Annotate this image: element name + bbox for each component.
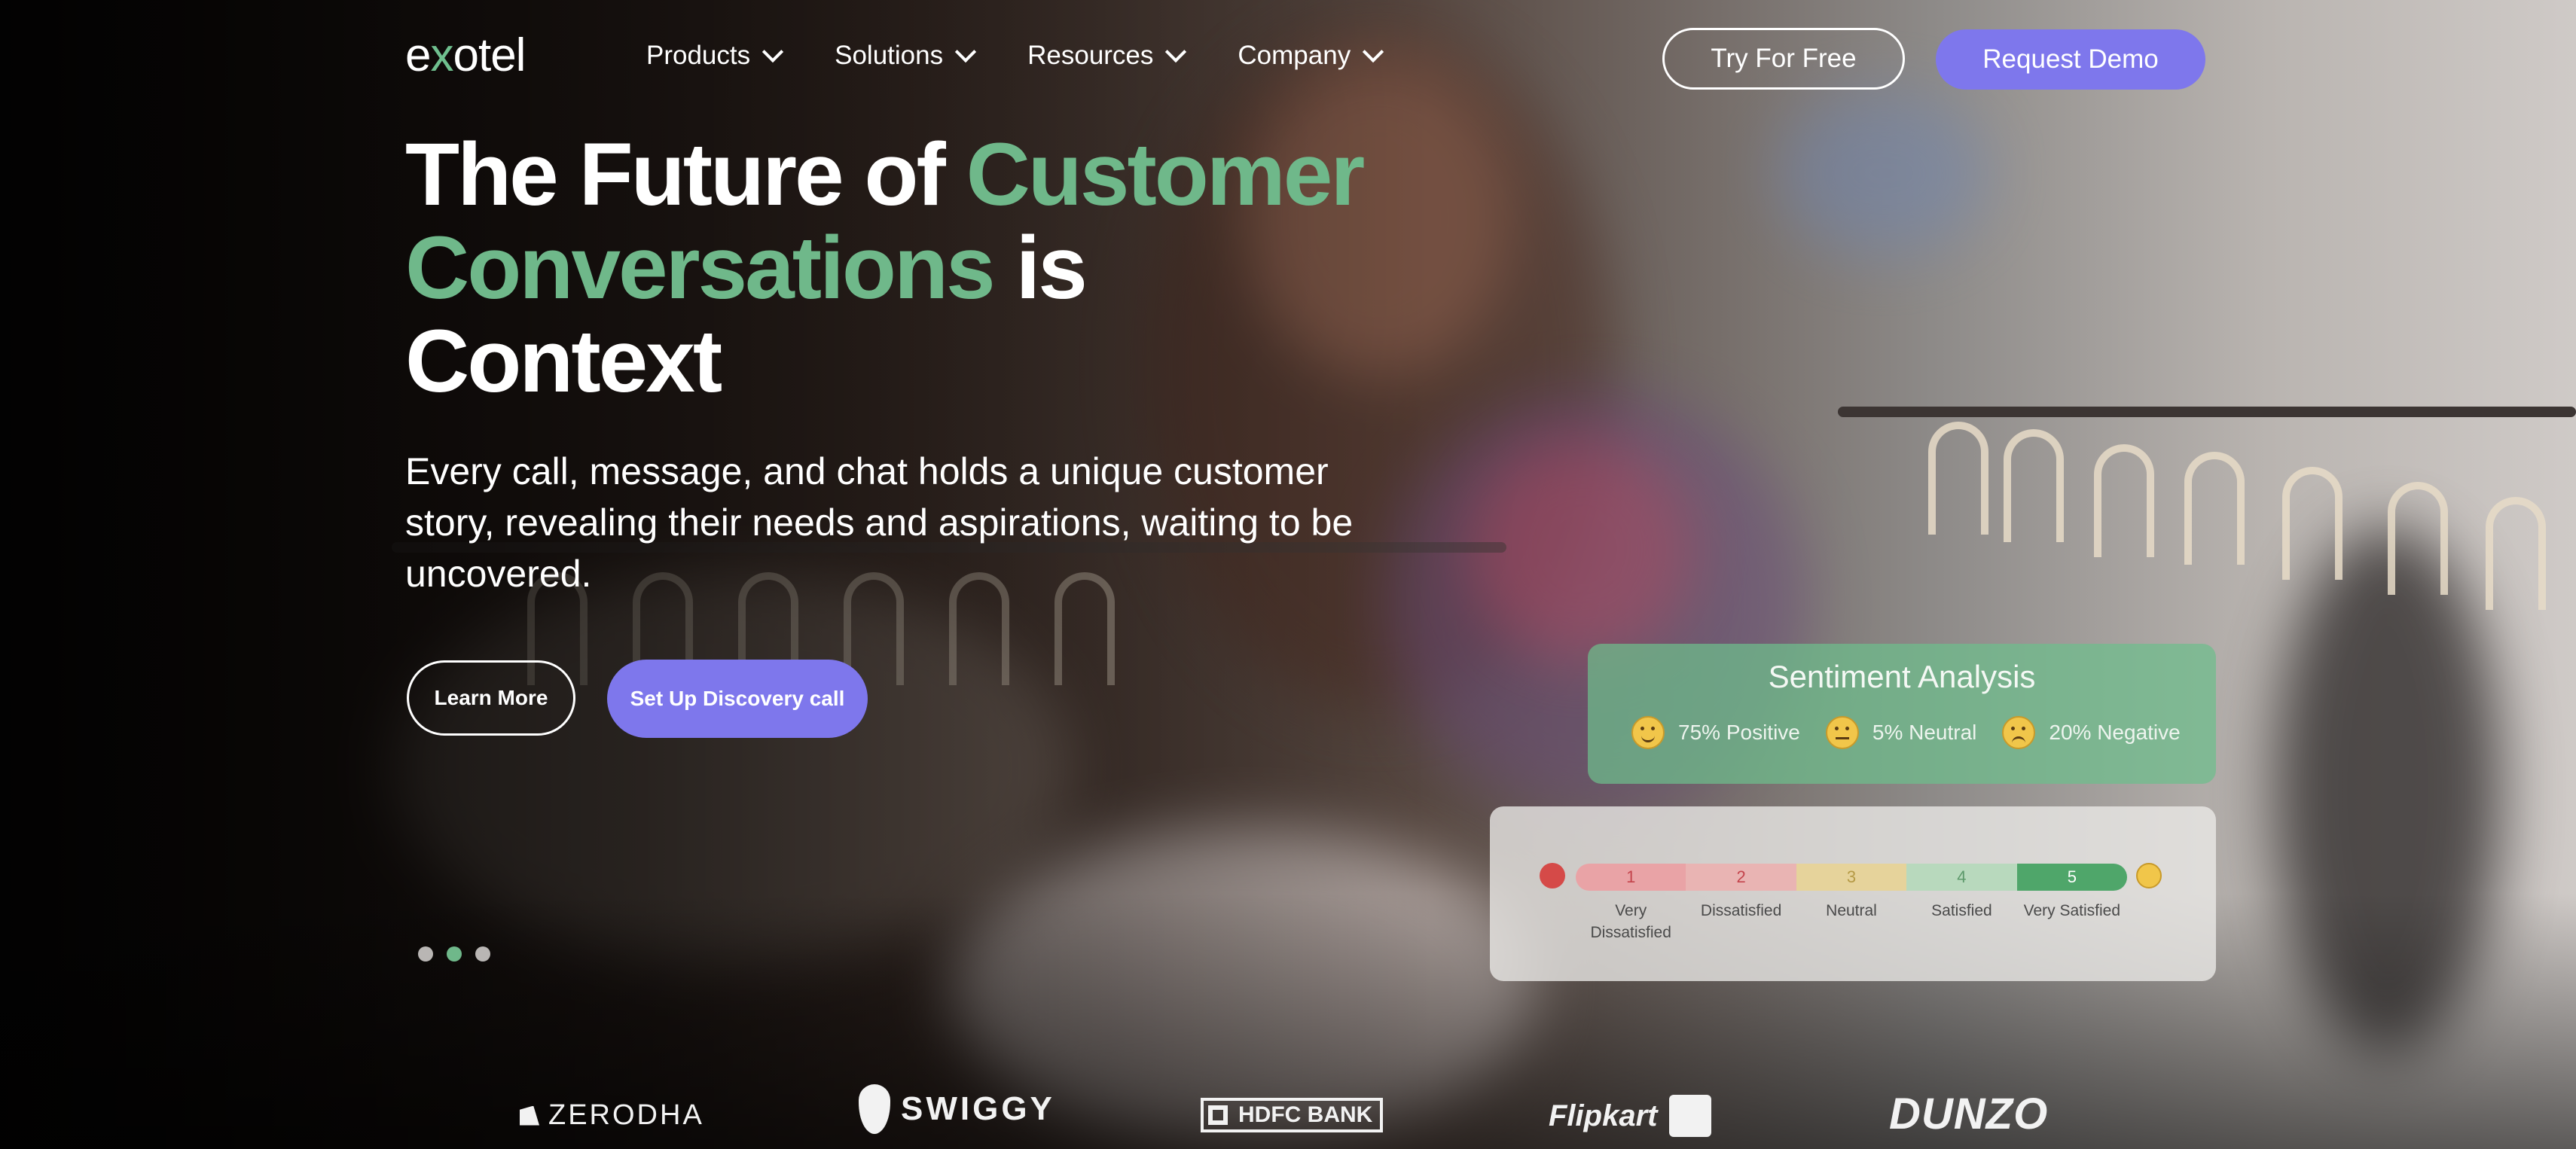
zerodha-logo: ZERODHA xyxy=(520,1099,704,1132)
exotel-logo[interactable]: exotel xyxy=(405,29,526,82)
neutral-face-icon xyxy=(1825,716,1859,749)
hero-subtext: Every call, message, and chat holds a un… xyxy=(405,450,1354,595)
hdfc-square-icon xyxy=(1208,1105,1228,1125)
rating-scale-bar: 1 2 3 4 5 xyxy=(1576,864,2127,891)
swiggy-pin-icon xyxy=(859,1084,890,1134)
learn-more-button[interactable]: Learn More xyxy=(407,660,575,736)
chevron-down-icon xyxy=(762,41,784,63)
happy-face-icon xyxy=(2136,863,2162,888)
carousel-dot[interactable] xyxy=(475,946,490,962)
rating-segment: 3 xyxy=(1796,864,1907,891)
rating-label: Satisfied xyxy=(1931,902,1992,919)
main-nav: Products Solutions Resources Company xyxy=(646,41,1384,71)
sentiment-analysis-card: Sentiment Analysis 75% Positive 5% Neutr… xyxy=(1588,644,2216,784)
nav-item-company[interactable]: Company xyxy=(1238,41,1384,71)
chevron-down-icon xyxy=(1363,41,1384,63)
satisfaction-scale-card: 1 2 3 4 5 Very Dissatisfied Dissatisfied… xyxy=(1490,806,2216,981)
chevron-down-icon xyxy=(954,41,977,63)
sad-face-icon xyxy=(2002,716,2036,749)
smile-face-icon xyxy=(1631,716,1665,749)
rating-segment: 2 xyxy=(1686,864,1796,891)
flipkart-bag-icon xyxy=(1669,1095,1712,1137)
hero-headline: The Future of Customer Conversations is … xyxy=(405,125,1365,411)
rating-segment: 5 xyxy=(2016,864,2127,891)
nav-label: Products xyxy=(646,41,751,70)
hdfc-bank-logo: HDFC BANK xyxy=(1201,1098,1384,1132)
carousel-dot-active[interactable] xyxy=(447,946,462,962)
request-demo-button[interactable]: Request Demo xyxy=(1936,29,2205,90)
nav-label: Company xyxy=(1238,41,1351,70)
dunzo-logo: DUNZO xyxy=(1889,1090,2049,1138)
nav-label: Solutions xyxy=(835,41,944,70)
try-for-free-button[interactable]: Try For Free xyxy=(1662,28,1905,90)
rating-segment: 1 xyxy=(1576,864,1686,891)
discovery-call-button[interactable]: Set Up Discovery call xyxy=(607,660,868,738)
rating-label: Neutral xyxy=(1826,902,1877,919)
zerodha-mark-icon xyxy=(520,1105,539,1126)
sentiment-positive: 75% Positive xyxy=(1631,716,1800,749)
swiggy-logo: SWIGGY xyxy=(859,1084,1055,1134)
rating-label: Very Satisfied xyxy=(2023,902,2121,919)
rating-segment: 4 xyxy=(1906,864,2017,891)
rating-label: Very Dissatisfied xyxy=(1590,902,1671,941)
nav-item-products[interactable]: Products xyxy=(646,41,784,71)
angry-face-icon xyxy=(1540,863,1565,888)
nav-item-solutions[interactable]: Solutions xyxy=(835,41,977,71)
rating-labels: Very Dissatisfied Dissatisfied Neutral S… xyxy=(1576,900,2127,943)
chevron-down-icon xyxy=(1165,41,1187,63)
nav-item-resources[interactable]: Resources xyxy=(1027,41,1187,71)
carousel-dots xyxy=(418,946,490,962)
nav-label: Resources xyxy=(1027,41,1154,70)
rating-label: Dissatisfied xyxy=(1700,902,1782,919)
carousel-dot[interactable] xyxy=(418,946,433,962)
sentiment-title: Sentiment Analysis xyxy=(1768,659,2036,694)
flipkart-logo: Flipkart xyxy=(1549,1095,1712,1137)
sentiment-neutral: 5% Neutral xyxy=(1825,716,1976,749)
sentiment-negative: 20% Negative xyxy=(2002,716,2181,749)
